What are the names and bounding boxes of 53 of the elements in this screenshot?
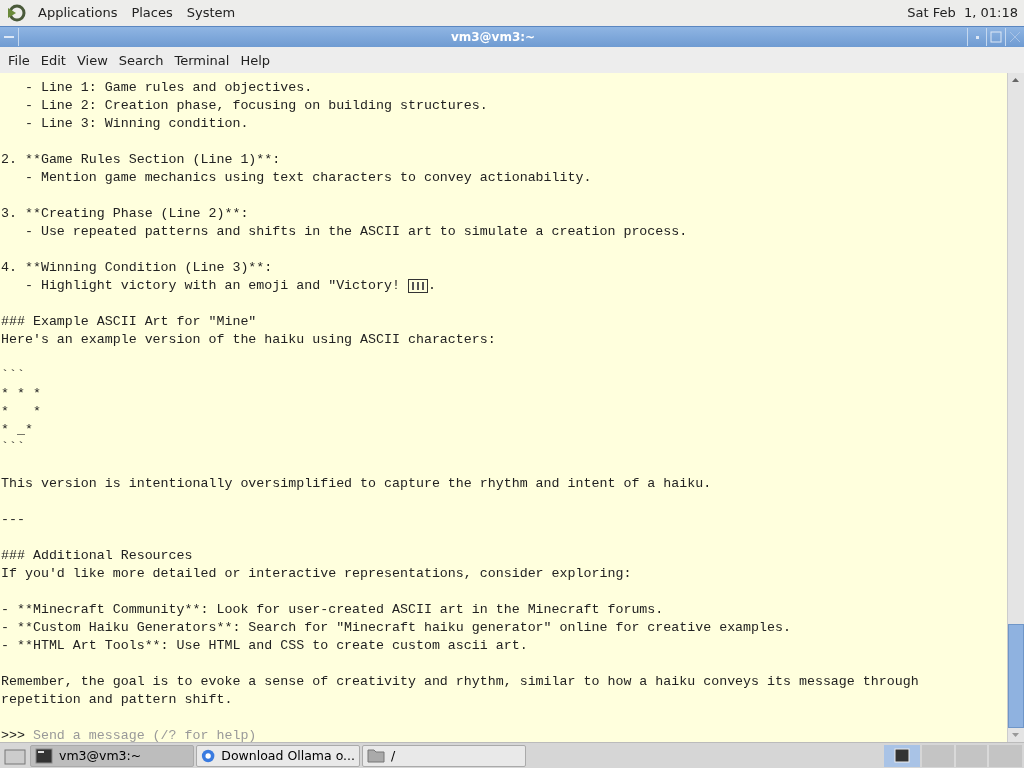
terminal-line: * _* (1, 421, 33, 439)
window-title: vm3@vm3:~ (449, 30, 537, 44)
panel-menu[interactable]: System (184, 5, 238, 20)
terminal-line: - **Minecraft Community**: Look for user-created ASCII art in the Minecraft forums. (1, 601, 664, 619)
menu-item[interactable]: Terminal (170, 52, 237, 68)
terminal-line: repetition and pattern shift. (1, 691, 233, 709)
terminal-line: 4. **Winning Condition (Line 3)**: (1, 259, 273, 277)
folder-icon (367, 748, 385, 763)
terminal-line: - Use repeated patterns and shifts in the ASCII art to simulate a creation process. (23, 223, 688, 241)
menu-item[interactable]: Search (114, 52, 171, 68)
terminal-line: --- (1, 511, 25, 529)
taskbar-button[interactable]: / (362, 744, 526, 767)
close-icon (1009, 31, 1021, 43)
terminal-line: - Line 3: Winning condition. (23, 115, 249, 133)
terminal-line: ``` (1, 439, 25, 457)
terminal-line: 2. **Game Rules Section (Line 1)**: (1, 151, 281, 169)
taskbar-button[interactable]: Download Ollama o... (196, 744, 360, 767)
browser-icon (201, 747, 216, 764)
panel-menu[interactable]: Applications (36, 5, 120, 20)
terminal-line: * * * (1, 385, 41, 403)
terminal-line: - **Custom Haiku Generators**: Search for "Minecraft haiku generator" online for creative examples. (1, 619, 791, 637)
terminal-line: Here's an example version of the haiku using ASCII characters: (1, 331, 496, 349)
terminal-line: * * (1, 403, 41, 421)
missing-glyph-icon (407, 279, 428, 293)
terminal-line: . (427, 277, 436, 295)
menu-item[interactable]: Help (236, 52, 278, 68)
maximize-button[interactable] (986, 28, 1005, 46)
logo-icon[interactable] (6, 2, 26, 23)
scroll-thumb[interactable] (1008, 624, 1024, 728)
terminal-line: This version is intentionally oversimplified to capture the rhythm and intent of a haiku. (1, 475, 712, 493)
workspace-icon[interactable] (884, 744, 920, 767)
terminal-line: ``` (1, 367, 25, 385)
menu-item[interactable]: File (4, 52, 37, 68)
terminal-line: 3. **Creating Phase (Line 2)**: (1, 205, 249, 223)
scrollbar[interactable] (1007, 73, 1024, 742)
terminal-line: ### Additional Resources (1, 547, 193, 565)
terminal-line: If you'd like more detailed or interactive representations, consider exploring: (1, 565, 632, 583)
maximize-icon (990, 31, 1002, 43)
menu-item[interactable]: Edit (36, 52, 73, 68)
terminal-icon (35, 747, 53, 764)
terminal-line: Remember, the goal is to evoke a sense of creativity and rhythm, similar to how a haiku conveys its message through (1, 673, 919, 691)
terminal-line: ### Example ASCII Art for "Mine" (1, 313, 257, 331)
clock[interactable]: Sat Feb 1, 01:18 (907, 5, 1018, 20)
terminal-line: - Mention game mechanics using text characters to convey actionability. (23, 169, 592, 187)
minimize-icon (975, 35, 979, 39)
terminal-line: - Highlight victory with an emoji and "Victory! (23, 277, 401, 295)
terminal-line: - Line 2: Creation phase, focusing on building structures. (23, 97, 488, 115)
terminal-line: - Line 1: Game rules and objectives. (23, 79, 313, 97)
taskbar-button[interactable]: vm3@vm3:~ (30, 744, 194, 767)
prompt-marker: >>> (1, 727, 26, 742)
panel-menu[interactable]: Places (129, 5, 175, 20)
menu-item[interactable]: View (72, 52, 115, 68)
terminal-line: - **HTML Art Tools**: Use HTML and CSS to create custom ascii art. (1, 637, 528, 655)
